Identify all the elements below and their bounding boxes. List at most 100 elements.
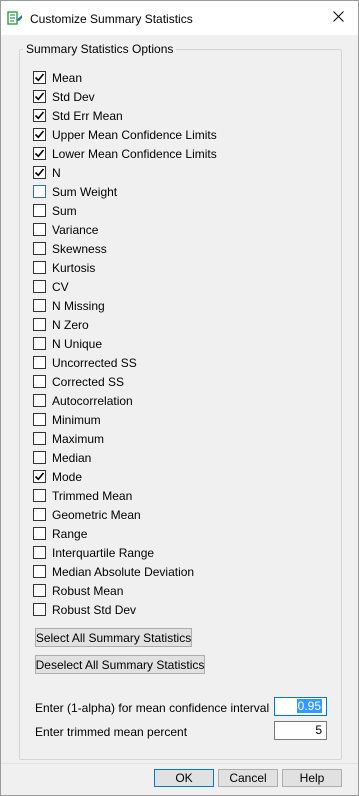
checkmark-icon [34, 92, 45, 101]
stat-checkbox[interactable] [33, 489, 46, 502]
stat-option-row[interactable]: Std Dev [33, 87, 323, 106]
stat-label: Geometric Mean [52, 507, 141, 522]
ok-button[interactable]: OK [154, 769, 214, 787]
checkmark-icon [34, 73, 45, 82]
stat-option-row[interactable]: Sum Weight [33, 182, 323, 201]
dialog-window: Customize Summary Statistics Summary Sta… [0, 0, 359, 796]
help-button[interactable]: Help [282, 769, 342, 787]
stat-label: Robust Mean [52, 583, 124, 598]
stat-checkbox[interactable] [33, 128, 46, 141]
stat-label: Upper Mean Confidence Limits [52, 127, 217, 142]
stat-option-row[interactable]: Range [33, 524, 323, 543]
alpha-label: Enter (1-alpha) for mean confidence inte… [35, 701, 270, 715]
stat-label: Trimmed Mean [52, 488, 133, 503]
stat-checkbox[interactable] [33, 185, 46, 198]
group-legend: Summary Statistics Options [23, 42, 177, 56]
stat-option-row[interactable]: Robust Mean [33, 581, 323, 600]
dialog-title: Customize Summary Statistics [30, 12, 193, 26]
stat-option-row[interactable]: Maximum [33, 429, 323, 448]
footer-divider [1, 763, 358, 764]
stat-option-row[interactable]: Minimum [33, 410, 323, 429]
stat-option-row[interactable]: Skewness [33, 239, 323, 258]
stat-option-row[interactable]: N Zero [33, 315, 323, 334]
trimmed-input[interactable]: 5 [274, 721, 327, 740]
stat-checkbox[interactable] [33, 413, 46, 426]
stat-option-row[interactable]: Lower Mean Confidence Limits [33, 144, 323, 163]
select-all-button[interactable]: Select All Summary Statistics [35, 628, 192, 647]
stat-label: Maximum [52, 431, 105, 446]
stat-checkbox[interactable] [33, 261, 46, 274]
stat-option-row[interactable]: Sum [33, 201, 323, 220]
stat-option-row[interactable]: N Unique [33, 334, 323, 353]
stat-option-row[interactable]: Median Absolute Deviation [33, 562, 323, 581]
stat-checkbox[interactable] [33, 280, 46, 293]
stat-option-row[interactable]: Autocorrelation [33, 391, 323, 410]
stat-checkbox[interactable] [33, 546, 46, 559]
stat-label: Skewness [52, 241, 107, 256]
trimmed-label: Enter trimmed mean percent [35, 725, 188, 739]
stat-checkbox[interactable] [33, 109, 46, 122]
checkmark-icon [34, 130, 45, 139]
stat-option-row[interactable]: Mean [33, 68, 323, 87]
stat-checkbox[interactable] [33, 508, 46, 521]
checkmark-icon [34, 472, 45, 481]
stat-label: Corrected SS [52, 374, 125, 389]
stat-checkbox[interactable] [33, 242, 46, 255]
stat-label: Robust Std Dev [52, 602, 137, 617]
stat-checkbox[interactable] [33, 166, 46, 179]
stat-checkbox[interactable] [33, 432, 46, 445]
stat-option-row[interactable]: N Missing [33, 296, 323, 315]
checkmark-icon [34, 168, 45, 177]
stat-label: Autocorrelation [52, 393, 133, 408]
checkmark-icon [34, 149, 45, 158]
stat-label: N Unique [52, 336, 103, 351]
stat-option-row[interactable]: Interquartile Range [33, 543, 323, 562]
stat-label: N Missing [52, 298, 105, 313]
stat-option-row[interactable]: Uncorrected SS [33, 353, 323, 372]
stat-checkbox[interactable] [33, 299, 46, 312]
stat-label: Variance [52, 222, 99, 237]
stat-label: Sum Weight [52, 184, 118, 199]
stat-checkbox[interactable] [33, 71, 46, 84]
stat-label: Uncorrected SS [52, 355, 137, 370]
stat-option-row[interactable]: Geometric Mean [33, 505, 323, 524]
stat-option-row[interactable]: Std Err Mean [33, 106, 323, 125]
stat-checkbox[interactable] [33, 451, 46, 464]
alpha-input[interactable]: 0.95 [274, 697, 327, 716]
stat-option-row[interactable]: Trimmed Mean [33, 486, 323, 505]
stat-checkbox[interactable] [33, 394, 46, 407]
close-button[interactable] [318, 1, 358, 35]
stat-checkbox[interactable] [33, 318, 46, 331]
stat-checkbox[interactable] [33, 565, 46, 578]
cancel-button[interactable]: Cancel [218, 769, 278, 787]
stat-option-row[interactable]: Variance [33, 220, 323, 239]
stat-option-row[interactable]: N [33, 163, 323, 182]
stat-checkbox[interactable] [33, 375, 46, 388]
title-bar: Customize Summary Statistics [1, 1, 358, 35]
stat-option-row[interactable]: Kurtosis [33, 258, 323, 277]
checkmark-icon [34, 111, 45, 120]
stat-checkbox[interactable] [33, 223, 46, 236]
stat-checkbox[interactable] [33, 470, 46, 483]
stat-checkbox[interactable] [33, 356, 46, 369]
stat-option-row[interactable]: CV [33, 277, 323, 296]
stat-checkbox[interactable] [33, 147, 46, 160]
close-icon [332, 11, 344, 25]
deselect-all-button[interactable]: Deselect All Summary Statistics [35, 655, 205, 674]
stat-checkbox[interactable] [33, 90, 46, 103]
stat-option-row[interactable]: Median [33, 448, 323, 467]
stat-label: Mode [52, 469, 83, 484]
alpha-value: 0.95 [296, 699, 322, 713]
stat-checkbox[interactable] [33, 603, 46, 616]
stat-label: Range [52, 526, 88, 541]
stat-option-row[interactable]: Corrected SS [33, 372, 323, 391]
stat-label: Kurtosis [52, 260, 96, 275]
stat-option-row[interactable]: Mode [33, 467, 323, 486]
stat-option-row[interactable]: Upper Mean Confidence Limits [33, 125, 323, 144]
jmp-app-icon [7, 11, 23, 27]
stat-checkbox[interactable] [33, 204, 46, 217]
stat-option-row[interactable]: Robust Std Dev [33, 600, 323, 619]
stat-checkbox[interactable] [33, 584, 46, 597]
stat-checkbox[interactable] [33, 527, 46, 540]
stat-checkbox[interactable] [33, 337, 46, 350]
